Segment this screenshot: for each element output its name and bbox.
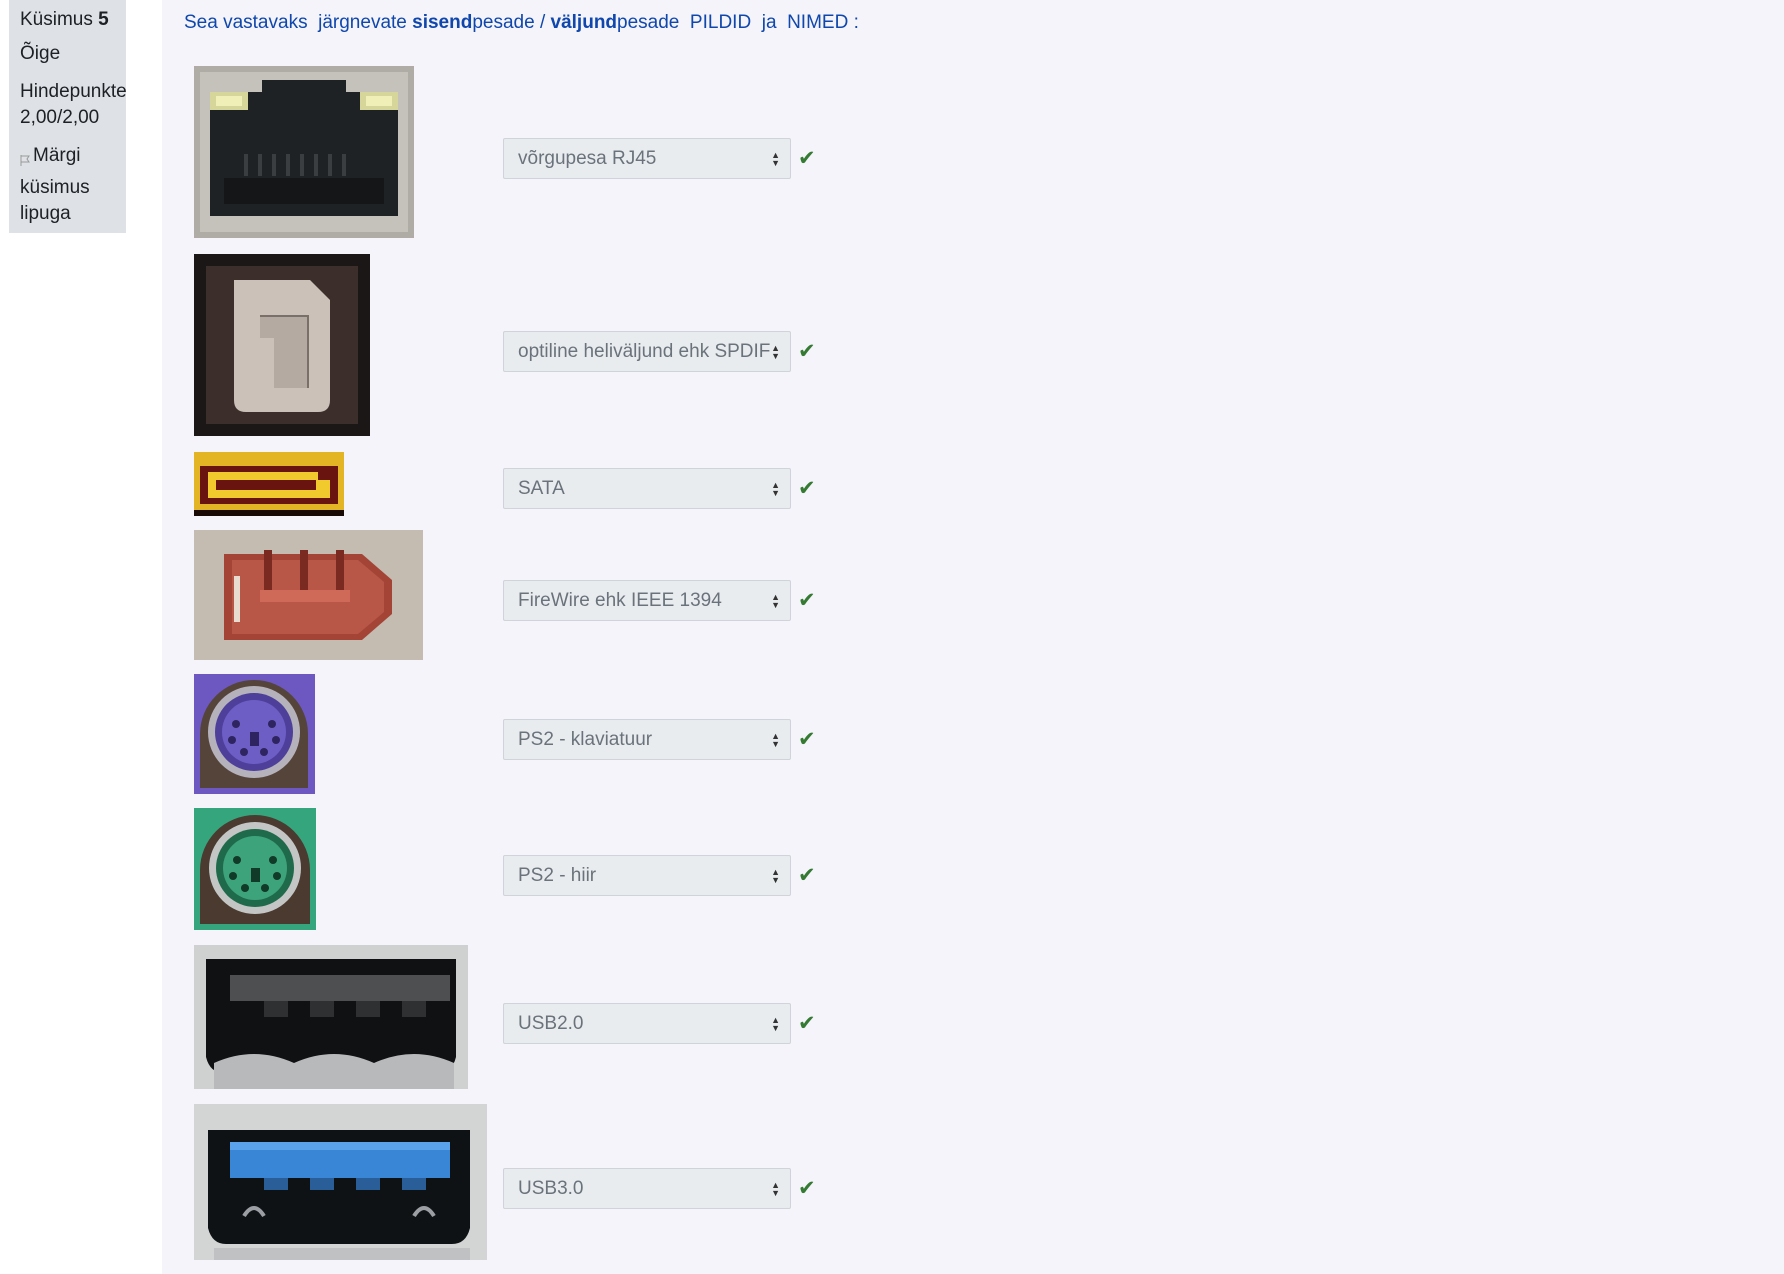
select-caret-icon: ▲ ▼ bbox=[771, 149, 780, 168]
correct-check-icon: ✔ bbox=[798, 1177, 816, 1200]
match-row-rj45: võrgupesa RJ45 ▲ ▼ ✔ bbox=[162, 66, 1062, 238]
usb3-port-image bbox=[194, 1104, 487, 1260]
correct-check-icon: ✔ bbox=[798, 1012, 816, 1035]
firewire-port-image bbox=[194, 530, 423, 660]
match-row-firewire: FireWire ehk IEEE 1394 ▲ ▼ ✔ bbox=[162, 530, 1062, 660]
select-caret-icon: ▲ ▼ bbox=[771, 342, 780, 361]
flag-question-link[interactable]: Märgi küsimus lipuga bbox=[20, 143, 126, 227]
flag-icon bbox=[20, 149, 31, 175]
question-number: Küsimus 5 bbox=[20, 9, 109, 30]
spdif-port-image bbox=[194, 254, 370, 436]
answer-select-6[interactable]: PS2 - hiir ▲ ▼ bbox=[503, 855, 791, 896]
match-row-spdif: optiline heliväljund ehk SPDIF ▲ ▼ ✔ bbox=[162, 254, 1062, 436]
match-row-usb3: USB3.0 ▲ ▼ ✔ bbox=[162, 1104, 1062, 1260]
question-content: Sea vastavaks järgnevate sisendpesade / … bbox=[162, 0, 1784, 1274]
rj45-port-image bbox=[194, 66, 414, 238]
match-row-ps2-mouse: PS2 - hiir ▲ ▼ ✔ bbox=[162, 808, 1062, 930]
usb2-port-image bbox=[194, 945, 468, 1089]
question-info-panel: Küsimus 5 Õige Hindepunkte 2,00/2,00 Märg… bbox=[9, 0, 127, 233]
correct-check-icon: ✔ bbox=[798, 864, 816, 887]
match-row-ps2-keyboard: PS2 - klaviatuur ▲ ▼ ✔ bbox=[162, 674, 1062, 794]
select-caret-icon: ▲ ▼ bbox=[771, 866, 780, 885]
answer-select-5[interactable]: PS2 - klaviatuur ▲ ▼ bbox=[503, 719, 791, 760]
select-caret-icon: ▲ ▼ bbox=[771, 1179, 780, 1198]
select-caret-icon: ▲ ▼ bbox=[771, 730, 780, 749]
question-text: Sea vastavaks järgnevate sisendpesade / … bbox=[184, 12, 859, 33]
match-row-usb2: USB2.0 ▲ ▼ ✔ bbox=[162, 945, 1062, 1089]
correct-check-icon: ✔ bbox=[798, 589, 816, 612]
answer-select-7[interactable]: USB2.0 ▲ ▼ bbox=[503, 1003, 791, 1044]
question-grade: Hindepunkte 2,00/2,00 bbox=[20, 81, 127, 128]
answer-select-3[interactable]: SATA ▲ ▼ bbox=[503, 468, 791, 509]
correct-check-icon: ✔ bbox=[798, 728, 816, 751]
answer-select-1[interactable]: võrgupesa RJ45 ▲ ▼ bbox=[503, 138, 791, 179]
sata-port-image bbox=[194, 452, 344, 516]
correct-check-icon: ✔ bbox=[798, 147, 816, 170]
ps2-keyboard-port-image bbox=[194, 674, 315, 794]
answer-select-8[interactable]: USB3.0 ▲ ▼ bbox=[503, 1168, 791, 1209]
answer-select-2[interactable]: optiline heliväljund ehk SPDIF ▲ ▼ bbox=[503, 331, 791, 372]
answer-select-4[interactable]: FireWire ehk IEEE 1394 ▲ ▼ bbox=[503, 580, 791, 621]
match-row-sata: SATA ▲ ▼ ✔ bbox=[162, 452, 1062, 516]
correct-check-icon: ✔ bbox=[798, 340, 816, 363]
correct-check-icon: ✔ bbox=[798, 477, 816, 500]
select-caret-icon: ▲ ▼ bbox=[771, 1014, 780, 1033]
select-caret-icon: ▲ ▼ bbox=[771, 479, 780, 498]
question-state: Õige bbox=[20, 43, 61, 64]
ps2-mouse-port-image bbox=[194, 808, 316, 930]
select-caret-icon: ▲ ▼ bbox=[771, 591, 780, 610]
